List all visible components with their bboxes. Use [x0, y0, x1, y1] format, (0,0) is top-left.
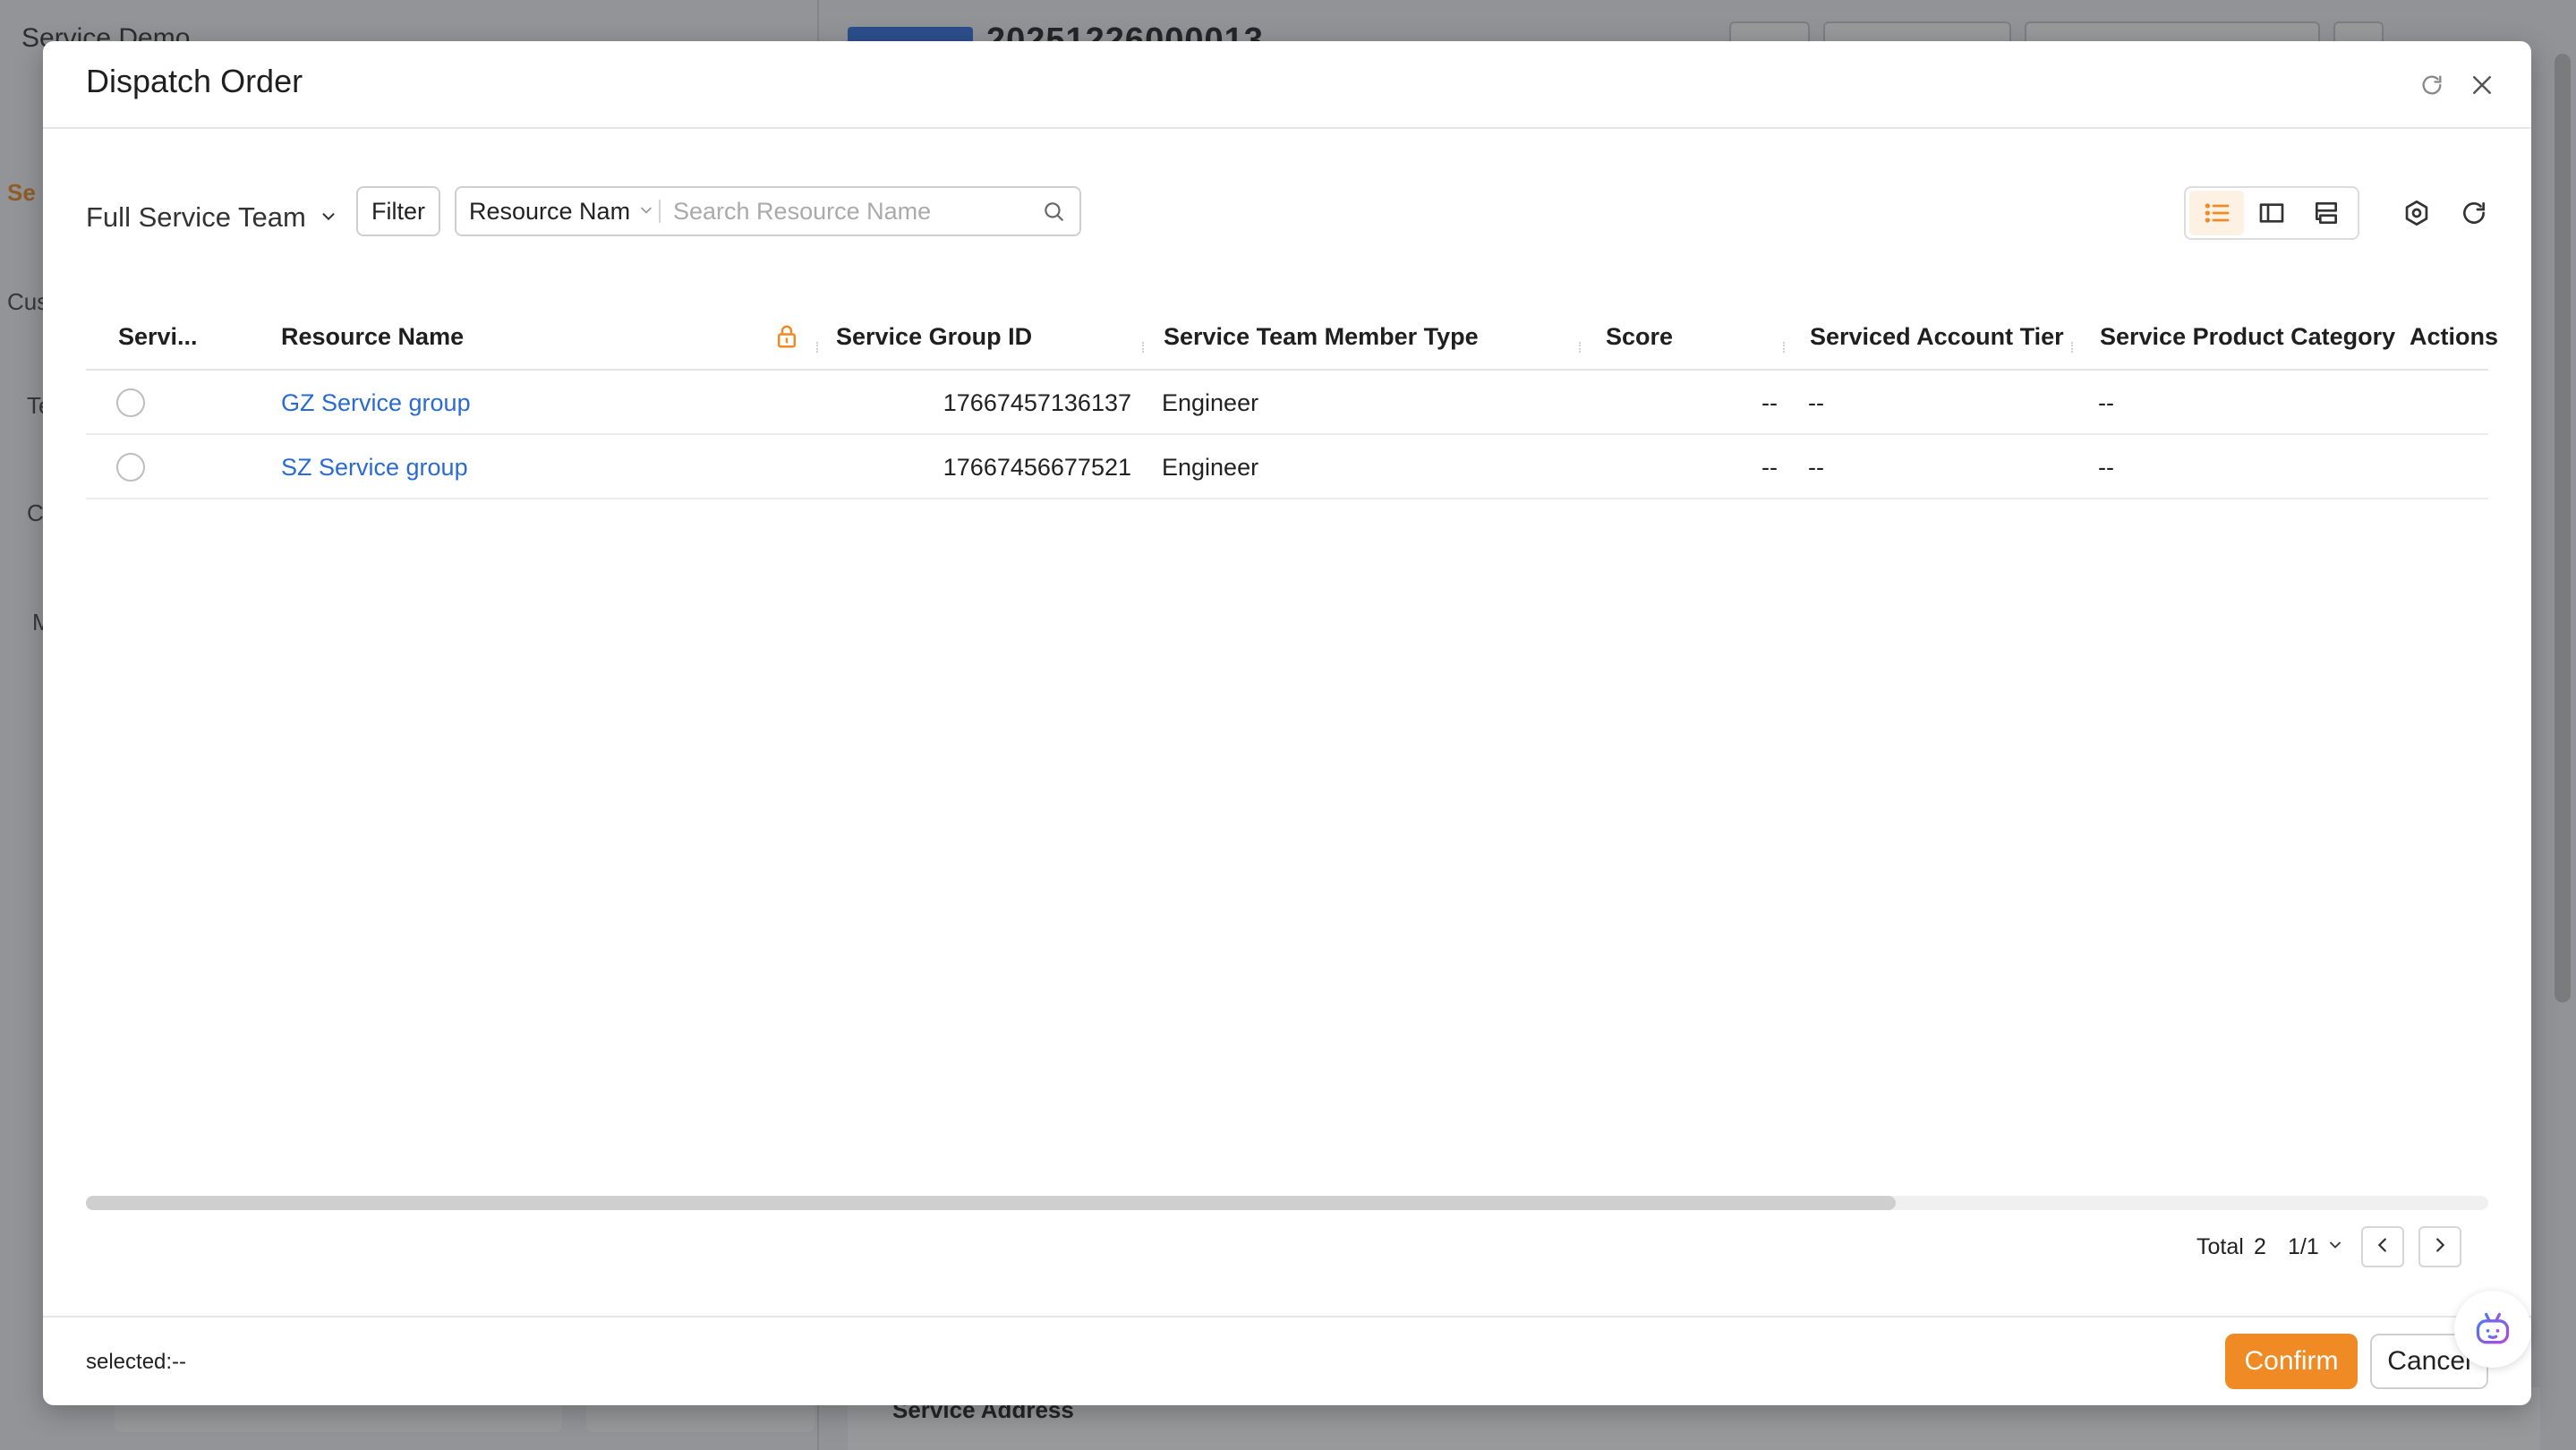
chevron-down-icon: [637, 198, 655, 226]
refresh-icon[interactable]: [2415, 68, 2449, 102]
resource-table: Servi... Resource Name Service Group ID …: [86, 303, 2498, 499]
column-header-service[interactable]: Servi...: [118, 303, 211, 371]
pagination-total-label: Total: [2196, 1233, 2244, 1259]
column-header-actions: Actions: [2410, 322, 2499, 350]
board-view-icon[interactable]: [2299, 191, 2354, 235]
page-select[interactable]: 1/1: [2288, 1224, 2344, 1269]
reload-icon[interactable]: [2456, 195, 2492, 231]
account-tier: --: [1808, 388, 1824, 416]
pagination-total-count: 2: [2254, 1233, 2266, 1259]
column-header-account-tier[interactable]: Serviced Account Tier: [1810, 303, 2064, 371]
confirm-button[interactable]: Confirm: [2225, 1334, 2358, 1389]
column-divider[interactable]: [1579, 342, 1581, 353]
next-page-button[interactable]: [2418, 1226, 2461, 1267]
column-header-resource-name[interactable]: Resource Name: [281, 303, 464, 371]
service-team-label: Full Service Team: [86, 201, 306, 233]
chevron-left-icon: [2373, 1235, 2393, 1259]
close-icon[interactable]: [2465, 68, 2499, 102]
lock-icon[interactable]: [773, 303, 809, 371]
search-field-label: Resource Nam: [469, 197, 631, 225]
row-radio[interactable]: [116, 435, 145, 499]
radio-button[interactable]: [116, 453, 145, 482]
view-switcher: [2184, 186, 2359, 240]
score: --: [1761, 388, 1778, 416]
column-divider[interactable]: [2071, 342, 2073, 353]
scrollbar-thumb[interactable]: [86, 1196, 1896, 1210]
service-team-select[interactable]: Full Service Team: [86, 195, 338, 240]
filter-button[interactable]: Filter: [356, 186, 440, 236]
column-header-service-group-id[interactable]: Service Group ID: [836, 303, 1032, 371]
list-view-icon[interactable]: [2189, 191, 2245, 235]
account-tier: --: [1808, 453, 1824, 481]
score: --: [1761, 453, 1778, 481]
column-divider[interactable]: [1142, 342, 1144, 353]
search-box: Resource Nam: [455, 186, 1081, 236]
resource-name-link[interactable]: SZ Service group: [281, 435, 468, 499]
search-icon[interactable]: [1028, 200, 1079, 223]
member-type: Engineer: [1162, 388, 1259, 416]
table-row[interactable]: GZ Service group 17667457136137 Engineer…: [86, 371, 2488, 435]
page-scrollbar[interactable]: [2555, 54, 2571, 1002]
modal-title: Dispatch Order: [86, 63, 303, 99]
table-horizontal-scrollbar[interactable]: [86, 1196, 2488, 1210]
assistant-bot-icon[interactable]: [2454, 1291, 2531, 1368]
search-input[interactable]: [673, 197, 1028, 226]
settings-icon[interactable]: [2399, 195, 2435, 231]
column-divider[interactable]: [1783, 342, 1785, 353]
selected-text: selected:--: [86, 1350, 187, 1374]
column-header-product-category[interactable]: Service Product Category: [2100, 303, 2395, 371]
dispatch-order-modal: Dispatch Order Full Service Team Filter …: [43, 41, 2531, 1405]
chevron-down-icon: [2326, 1234, 2344, 1260]
row-radio[interactable]: [116, 371, 145, 435]
service-group-id: 17667456677521: [943, 453, 1131, 481]
page-indicator: 1/1: [2288, 1233, 2319, 1259]
chevron-down-icon: [319, 201, 338, 234]
modal-footer: selected:-- Confirm Cancel: [43, 1316, 2531, 1405]
split-view-icon[interactable]: [2244, 191, 2299, 235]
product-category: --: [2098, 453, 2114, 481]
search-field-select[interactable]: Resource Nam: [456, 198, 659, 226]
prev-page-button[interactable]: [2361, 1226, 2404, 1267]
service-group-id: 17667457136137: [943, 388, 1131, 416]
column-header-member-type[interactable]: Service Team Member Type: [1164, 303, 1479, 371]
product-category: --: [2098, 388, 2114, 416]
table-header: Servi... Resource Name Service Group ID …: [86, 303, 2498, 371]
column-header-score[interactable]: Score: [1606, 303, 1673, 371]
member-type: Engineer: [1162, 453, 1259, 481]
table-row[interactable]: SZ Service group 17667456677521 Engineer…: [86, 435, 2488, 499]
chevron-right-icon: [2430, 1235, 2450, 1259]
column-divider[interactable]: [816, 342, 818, 353]
search-divider: [659, 200, 661, 223]
resource-name-link[interactable]: GZ Service group: [281, 371, 471, 435]
radio-button[interactable]: [116, 388, 145, 417]
modal-header: Dispatch Order: [43, 41, 2531, 129]
